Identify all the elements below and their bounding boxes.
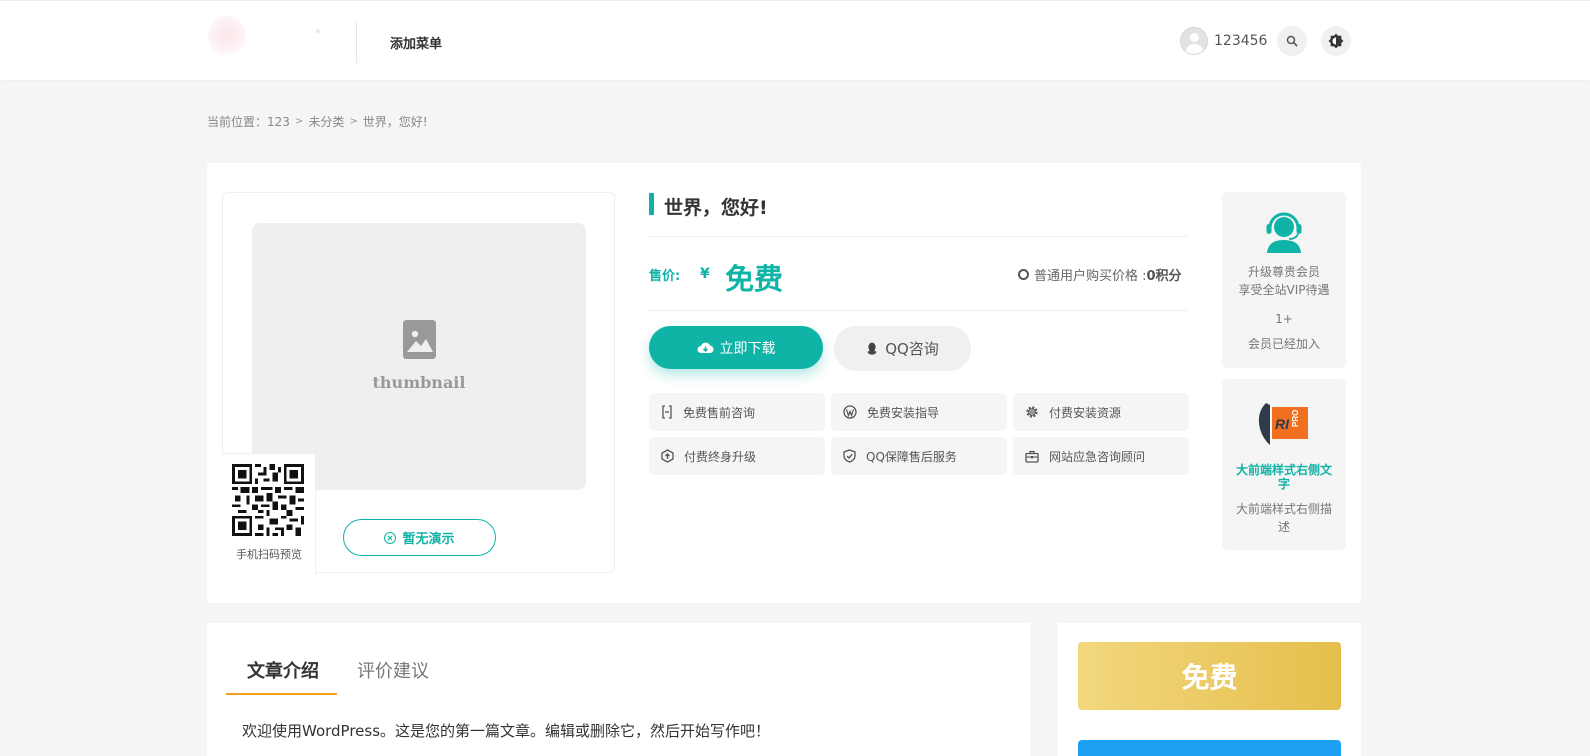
user-menu[interactable]: 123456	[1180, 26, 1267, 56]
thumbnail-image[interactable]: thumbnail	[252, 223, 586, 490]
customer-service-icon	[1266, 212, 1302, 253]
logo-dot	[316, 29, 320, 33]
vip-line-1: 升级尊贵会员	[1247, 265, 1320, 279]
service-label: QQ保障售后服务	[866, 449, 957, 464]
ripro-logo-icon: RI PRO	[1258, 403, 1308, 445]
demo-button[interactable]: 暂无演示	[343, 519, 496, 556]
image-icon	[403, 320, 436, 359]
divider	[649, 310, 1188, 311]
member-price: 普通用户购买价格 : 0积分	[1018, 265, 1182, 284]
bracket-icon	[662, 405, 672, 419]
service-item: 付费安装资源	[1013, 393, 1189, 431]
avatar[interactable]	[1180, 27, 1208, 55]
search-button[interactable]	[1277, 26, 1307, 56]
qq-icon	[867, 342, 877, 355]
ad-card[interactable]: RI PRO 大前端样式右侧文字 大前端样式右侧描述	[1222, 379, 1346, 550]
service-item: QQ保障售后服务	[831, 437, 1007, 475]
contrast-icon	[1328, 33, 1344, 49]
breadcrumb-separator: >	[349, 116, 358, 127]
logo-mark	[208, 15, 246, 59]
thumbnail-text: thumbnail	[372, 373, 466, 392]
service-item: 免费售前咨询	[649, 393, 825, 431]
divider	[649, 236, 1188, 237]
vip-line-2: 享受全站VIP待遇	[1238, 283, 1330, 297]
close-circle-icon	[384, 531, 397, 544]
product-card: thumbnail 手机扫码预览 暂无演示 世界，您好! 售价: ¥ 免费 普通…	[207, 163, 1361, 603]
breadcrumb-separator: >	[294, 116, 304, 127]
vip-card[interactable]: 升级尊贵会员 享受全站VIP待遇 1+ 会员已经加入	[1222, 192, 1346, 368]
qq-button-label: QQ咨询	[885, 340, 939, 358]
cloud-download-icon	[697, 342, 713, 353]
site-header: 添加菜单 123456	[0, 0, 1590, 80]
service-label: 网站应急咨询顾问	[1049, 449, 1146, 464]
download-button[interactable]: 立即下载	[649, 326, 823, 369]
demo-button-label: 暂无演示	[402, 532, 455, 547]
nav-item-add-menu[interactable]: 添加菜单	[390, 33, 442, 52]
qr-preview: 手机扫码预览	[222, 453, 316, 574]
breadcrumb-item-home[interactable]: 123	[267, 115, 290, 129]
theme-toggle-button[interactable]	[1321, 26, 1351, 56]
service-grid: 免费售前咨询 免费安装指导 付费安装资源 付费终身升级 QQ保障售后服务 网站应…	[649, 393, 1189, 475]
qr-code-icon	[232, 464, 304, 536]
ad-title: 大前端样式右侧文字	[1235, 463, 1332, 491]
side-price-badge: 免费	[1078, 642, 1341, 710]
thumbnail-box: thumbnail 手机扫码预览 暂无演示	[222, 192, 615, 574]
shield-check-icon	[843, 449, 856, 463]
product-title: 世界，您好!	[664, 197, 768, 219]
price-label: 售价:	[649, 269, 681, 284]
circle-icon	[1018, 269, 1029, 280]
header-divider	[356, 21, 357, 63]
ad-description: 大前端样式右侧描述	[1235, 502, 1332, 534]
side-price-card: 免费	[1058, 623, 1361, 756]
price-value: 免费	[725, 262, 784, 296]
service-item: 付费终身升级	[649, 437, 825, 475]
site-logo[interactable]	[206, 13, 330, 65]
vip-count: 1+	[1275, 312, 1293, 326]
search-icon	[1286, 35, 1298, 47]
download-button-label: 立即下载	[719, 340, 776, 357]
breadcrumb-prefix: 当前位置：	[207, 115, 268, 129]
vip-joined: 会员已经加入	[1247, 337, 1320, 351]
active-tab-indicator	[226, 693, 337, 695]
toolbox-icon	[1025, 450, 1039, 463]
member-price-value: 0积分	[1146, 269, 1182, 284]
svg-text:RI: RI	[1275, 416, 1290, 432]
tab-article-intro[interactable]: 文章介绍	[247, 657, 319, 683]
service-label: 免费售前咨询	[683, 405, 756, 420]
title-accent-bar	[649, 193, 654, 215]
qq-consult-button[interactable]: QQ咨询	[834, 326, 971, 371]
side-action-button[interactable]	[1078, 740, 1341, 756]
currency-symbol: ¥	[700, 266, 710, 282]
service-label: 付费终身升级	[684, 449, 757, 464]
service-item: 网站应急咨询顾问	[1013, 437, 1189, 475]
content-card: 文章介绍 评价建议 欢迎使用WordPress。这是您的第一篇文章。编辑或删除它…	[207, 623, 1030, 756]
wordpress-icon	[843, 405, 857, 419]
service-label: 免费安装指导	[867, 405, 940, 420]
member-price-text: 普通用户购买价格 :	[1034, 269, 1147, 284]
breadcrumb: 当前位置： 123 > 未分类 > 世界，您好!	[207, 113, 428, 130]
gear-icon	[1026, 406, 1038, 418]
service-item: 免费安装指导	[831, 393, 1007, 431]
breadcrumb-item-category[interactable]: 未分类	[308, 113, 344, 130]
service-label: 付费安装资源	[1049, 405, 1122, 420]
article-text: 欢迎使用WordPress。这是您的第一篇文章。编辑或删除它，然后开始写作吧！	[242, 722, 771, 740]
username[interactable]: 123456	[1214, 33, 1267, 49]
upgrade-icon	[661, 449, 674, 463]
svg-text:PRO: PRO	[1291, 410, 1300, 427]
tab-reviews[interactable]: 评价建议	[357, 657, 429, 683]
qr-label: 手机扫码预览	[236, 548, 302, 561]
breadcrumb-item-current: 世界，您好!	[362, 115, 428, 129]
